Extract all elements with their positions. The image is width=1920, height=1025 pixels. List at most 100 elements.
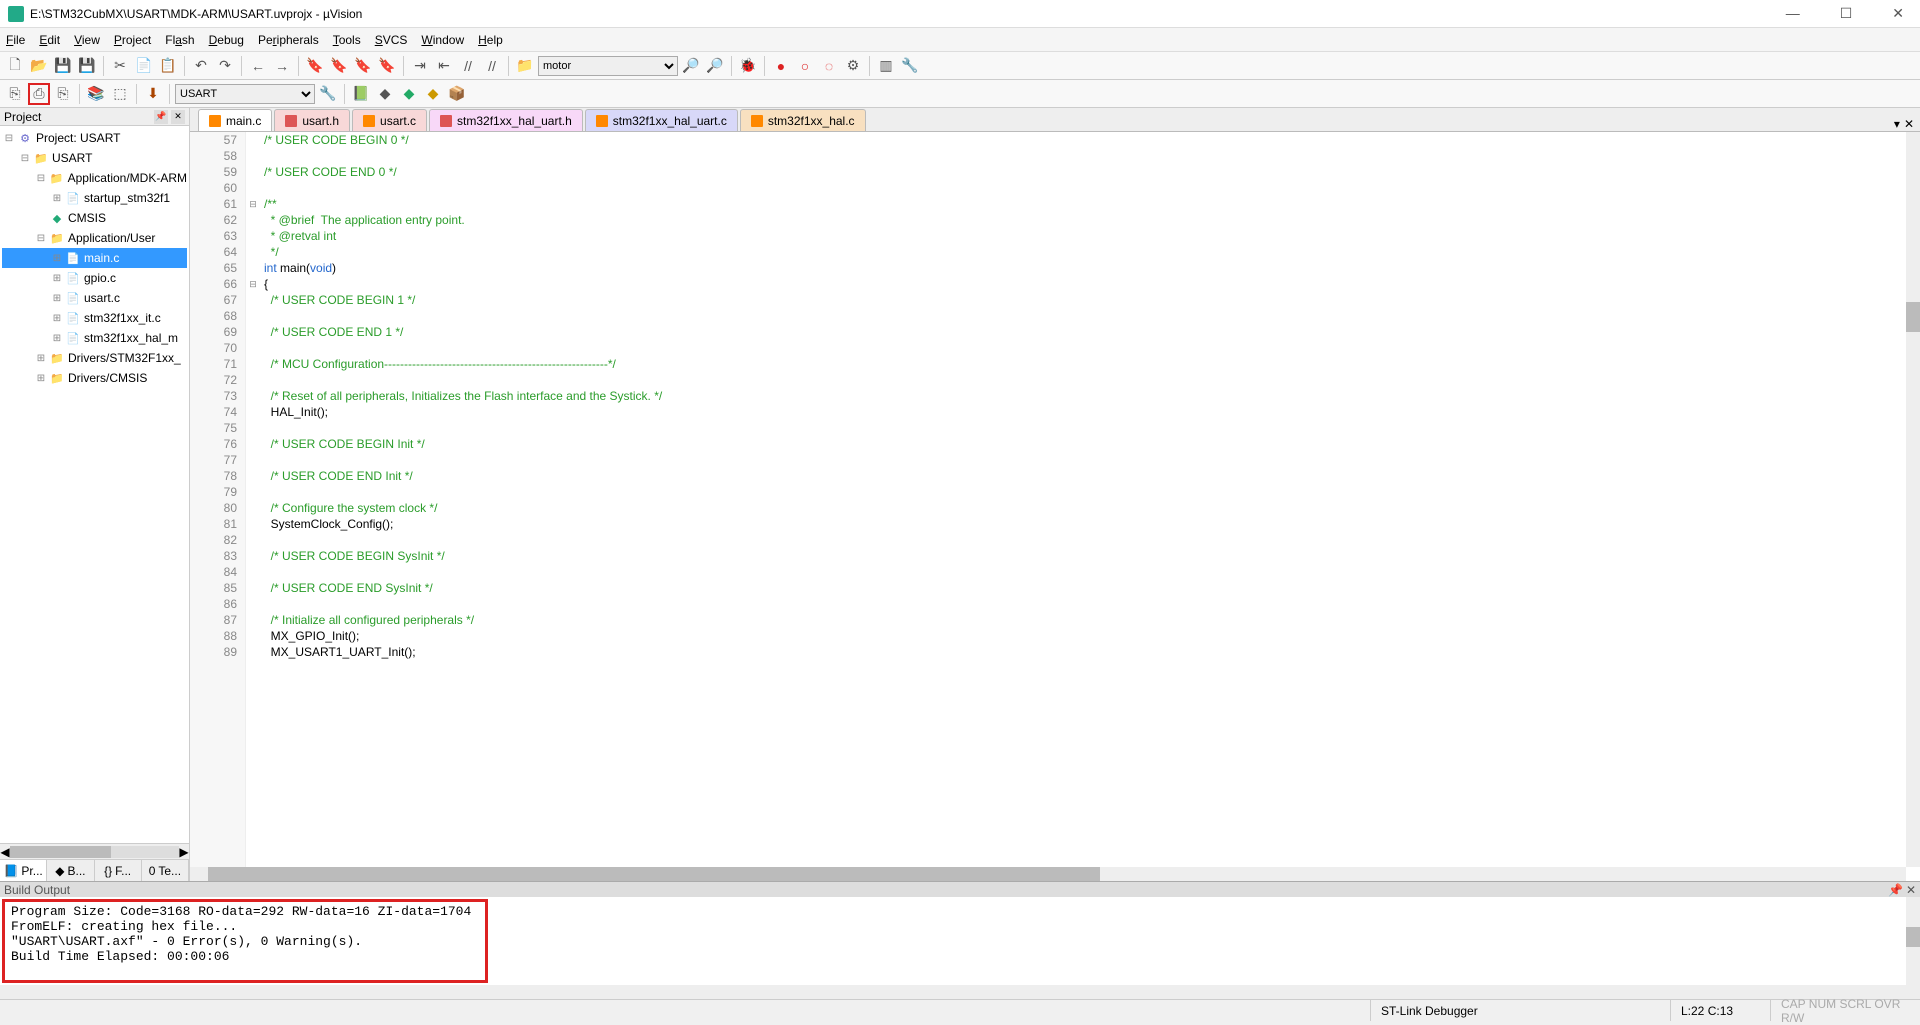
tab-dropdown-icon[interactable]: ▾ [1894,117,1900,131]
close-panel-icon[interactable]: ✕ [171,110,185,124]
tab-templates[interactable]: 0Te... [142,860,189,881]
tree-hscroll[interactable]: ◀ ▶ [0,843,189,859]
bookmark-next-icon[interactable]: 🔖 [352,55,374,77]
menu-peripherals[interactable]: Peripherals [258,33,319,47]
bp-kill-icon[interactable]: ◌ [818,55,840,77]
maximize-button[interactable]: ☐ [1832,3,1861,24]
pin-icon[interactable]: 📌 [1888,883,1903,897]
bookmark-prev-icon[interactable]: 🔖 [328,55,350,77]
cut-icon[interactable]: ✂ [109,55,131,77]
paste-icon[interactable]: 📋 [157,55,179,77]
bookmark-clear-icon[interactable]: 🔖 [376,55,398,77]
tab-functions[interactable]: {}F... [95,860,142,881]
menu-project[interactable]: Project [114,33,151,47]
editor-tab[interactable]: stm32f1xx_hal.c [740,109,866,131]
menu-tools[interactable]: Tools [333,33,361,47]
new-file-icon[interactable]: 🗋 [4,55,26,77]
tab-close-icon[interactable]: ✕ [1904,117,1914,131]
source-text[interactable]: /* USER CODE BEGIN 0 *//* USER CODE END … [260,132,1920,867]
status-caps: CAP NUM SCRL OVR R/W [1770,1000,1920,1021]
tree-node[interactable]: ⊟📁Application/User [2,228,187,248]
toolbar-2: ⎘ ⎙ ⎘ 📚 ⬚ ⬇ USART 🔧 📗 ◆ ◆ ◆ 📦 [0,80,1920,108]
bp-insert-icon[interactable]: ● [770,55,792,77]
editor-tab[interactable]: stm32f1xx_hal_uart.h [429,109,583,131]
tree-node[interactable]: ⊟⚙Project: USART [2,128,187,148]
menu-file[interactable]: File [6,33,25,47]
manage-books-icon[interactable]: 📗 [350,83,372,105]
menu-window[interactable]: Window [421,33,464,47]
find-combo[interactable]: motor [538,56,678,76]
editor-tab[interactable]: main.c [198,109,272,131]
download-icon[interactable]: ⬇ [142,83,164,105]
redo-icon[interactable]: ↷ [214,55,236,77]
bp-disable-icon[interactable]: ○ [794,55,816,77]
editor-hscroll[interactable] [190,867,1906,881]
editor-tab[interactable]: stm32f1xx_hal_uart.c [585,109,738,131]
stop-build-icon[interactable]: ⬚ [109,83,131,105]
save-all-icon[interactable]: 💾 [76,55,98,77]
debug-config-icon[interactable]: 🐞 [737,55,759,77]
menu-debug[interactable]: Debug [209,33,244,47]
window-list-icon[interactable]: ▥ [875,55,897,77]
project-sidebar: Project 📌 ✕ ⊟⚙Project: USART⊟📁USART⊟📁App… [0,108,190,881]
editor-tab[interactable]: usart.h [274,109,350,131]
tree-node[interactable]: ⊞📄startup_stm32f1 [2,188,187,208]
menu-help[interactable]: Help [478,33,503,47]
manage-components-icon[interactable]: ◆ [374,83,396,105]
tree-node[interactable]: ◆CMSIS [2,208,187,228]
rebuild-icon[interactable]: ⎘ [52,83,74,105]
build-output-text[interactable]: Program Size: Code=3168 RO-data=292 RW-d… [2,899,488,983]
find-in-files-icon[interactable]: 🔎 [704,55,726,77]
undo-icon[interactable]: ↶ [190,55,212,77]
project-tree[interactable]: ⊟⚙Project: USART⊟📁USART⊟📁Application/MDK… [0,126,189,843]
tree-node[interactable]: ⊞📄main.c [2,248,187,268]
find-icon[interactable]: 🔎 [680,55,702,77]
uncomment-icon[interactable]: // [481,55,503,77]
find-folder-icon[interactable]: 📁 [514,55,536,77]
tree-node[interactable]: ⊟📁USART [2,148,187,168]
editor-vscroll[interactable] [1906,132,1920,867]
bookmark-icon[interactable]: 🔖 [304,55,326,77]
tree-node[interactable]: ⊞📄stm32f1xx_hal_m [2,328,187,348]
editor-tab[interactable]: usart.c [352,109,427,131]
comment-icon[interactable]: // [457,55,479,77]
select-pack-icon[interactable]: ◆ [422,83,444,105]
menu-view[interactable]: View [74,33,100,47]
batch-build-icon[interactable]: 📚 [85,83,107,105]
indent-icon[interactable]: ⇥ [409,55,431,77]
build-hscroll[interactable] [0,985,1920,999]
tree-node[interactable]: ⊞📄stm32f1xx_it.c [2,308,187,328]
target-select[interactable]: USART [175,84,315,104]
tab-project[interactable]: 📘Pr... [0,860,47,881]
tree-node[interactable]: ⊞📄usart.c [2,288,187,308]
code-editor[interactable]: 5758596061626364656667686970717273747576… [190,132,1920,867]
build-vscroll[interactable] [1906,897,1920,985]
menu-flash[interactable]: Flash [165,33,194,47]
bp-manage-icon[interactable]: ⚙ [842,55,864,77]
fold-gutter[interactable]: ⊟⊟ [246,132,260,867]
open-file-icon[interactable]: 📂 [28,55,50,77]
nav-fwd-icon[interactable]: → [271,55,293,77]
tree-node[interactable]: ⊞📁Drivers/CMSIS [2,368,187,388]
pin-icon[interactable]: 📌 [154,110,168,124]
tab-books[interactable]: ◆B... [47,860,94,881]
editor-tabbar: main.cusart.husart.cstm32f1xx_hal_uart.h… [190,108,1920,132]
translate-icon[interactable]: ⎘ [4,83,26,105]
manage-rte-icon[interactable]: ◆ [398,83,420,105]
close-button[interactable]: ✕ [1884,3,1912,24]
pack-installer-icon[interactable]: 📦 [446,83,468,105]
target-options-icon[interactable]: 🔧 [317,83,339,105]
tree-node[interactable]: ⊞📁Drivers/STM32F1xx_ [2,348,187,368]
minimize-button[interactable]: — [1778,3,1808,24]
menu-svcs[interactable]: SVCS [375,33,408,47]
outdent-icon[interactable]: ⇤ [433,55,455,77]
build-target-icon[interactable]: ⎙ [28,83,50,105]
tree-node[interactable]: ⊟📁Application/MDK-ARM [2,168,187,188]
copy-icon[interactable]: 📄 [133,55,155,77]
save-icon[interactable]: 💾 [52,55,74,77]
close-panel-icon[interactable]: ✕ [1906,883,1916,897]
menu-edit[interactable]: Edit [39,33,60,47]
configure-icon[interactable]: 🔧 [899,55,921,77]
tree-node[interactable]: ⊞📄gpio.c [2,268,187,288]
nav-back-icon[interactable]: ← [247,55,269,77]
